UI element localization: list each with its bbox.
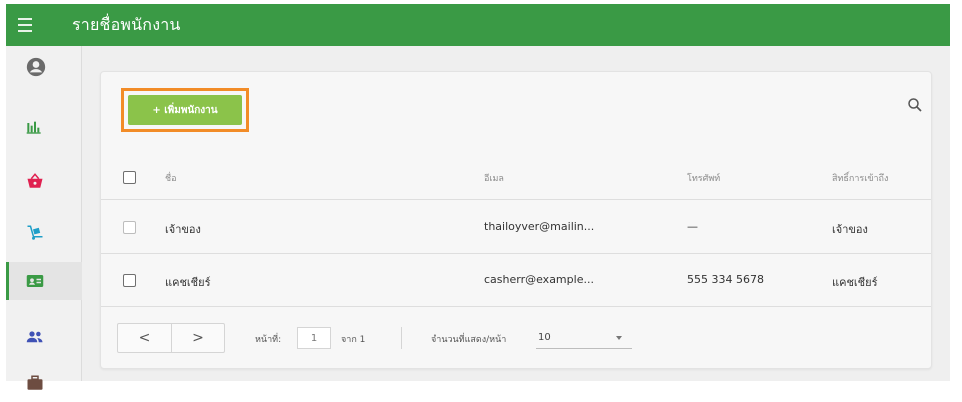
sidebar xyxy=(6,46,82,390)
table-row[interactable]: แคชเชียร์ casherr@example... 555 334 567… xyxy=(101,254,931,307)
add-employee-button[interactable]: + เพิ่มพนักงาน xyxy=(128,95,242,125)
employee-email: thailoyver@mailin... xyxy=(484,220,595,233)
employee-name: แคชเชียร์ xyxy=(165,276,211,289)
search-button[interactable] xyxy=(906,96,926,116)
employee-card: + เพิ่มพนักงาน ชื่อ อีเมล โทรศัพท์ สิทธิ… xyxy=(100,71,932,369)
page-nav-group: < > xyxy=(117,323,225,353)
employee-email: casherr@example... xyxy=(484,273,594,286)
account-circle-icon xyxy=(26,57,46,77)
employee-access: แคชเชียร์ xyxy=(832,276,878,289)
prev-page-button[interactable]: < xyxy=(118,324,171,352)
per-page-label: จำนวนที่แสดง/หน้า xyxy=(431,335,507,345)
page-label: หน้าที่: xyxy=(255,335,282,345)
main-content: + เพิ่มพนักงาน ชื่อ อีเมล โทรศัพท์ สิทธิ… xyxy=(82,46,950,381)
table-header: ชื่อ อีเมล โทรศัพท์ สิทธิ์การเข้าถึง xyxy=(101,156,931,200)
menu-icon[interactable] xyxy=(6,4,44,46)
hand-truck-icon xyxy=(27,225,43,240)
people-icon xyxy=(26,331,43,343)
sidebar-item-reports[interactable] xyxy=(6,108,82,146)
sidebar-item-account[interactable] xyxy=(6,48,82,86)
row-checkbox[interactable] xyxy=(123,221,136,234)
pagination-bar: < > หน้าที่: 1 จาก 1 จำนวนที่แสดง/หน้า 1… xyxy=(117,323,917,355)
top-app-bar: รายชื่อพนักงาน xyxy=(6,4,950,46)
pager-divider xyxy=(401,327,402,349)
sidebar-item-employees[interactable] xyxy=(6,262,82,300)
column-header-email[interactable]: อีเมล xyxy=(484,171,504,185)
employee-phone: — xyxy=(687,220,698,233)
id-card-icon xyxy=(26,275,44,287)
add-button-highlight: + เพิ่มพนักงาน xyxy=(121,88,249,132)
row-checkbox[interactable] xyxy=(123,274,136,287)
briefcase-icon xyxy=(27,375,43,390)
chevron-down-icon xyxy=(616,336,622,340)
column-header-name[interactable]: ชื่อ xyxy=(165,171,177,185)
table-row[interactable]: เจ้าของ thailoyver@mailin... — เจ้าของ xyxy=(101,201,931,254)
employee-phone: 555 334 5678 xyxy=(687,273,764,286)
search-icon xyxy=(908,98,922,112)
per-page-value: 10 xyxy=(538,332,551,343)
app-frame: รายชื่อพนักงาน + เพิ่มพนักงาน ชื่อ อีเมล… xyxy=(0,0,962,390)
employee-name: เจ้าของ xyxy=(165,223,201,236)
sidebar-item-settings[interactable] xyxy=(6,364,82,402)
page-total-label: จาก 1 xyxy=(341,335,366,345)
basket-icon xyxy=(27,173,43,188)
sidebar-item-customers[interactable] xyxy=(6,318,82,356)
column-header-phone[interactable]: โทรศัพท์ xyxy=(687,171,720,185)
page-number-input[interactable]: 1 xyxy=(297,327,331,349)
sidebar-item-inventory[interactable] xyxy=(6,214,82,252)
per-page-select[interactable]: 10 xyxy=(536,327,632,349)
column-header-access[interactable]: สิทธิ์การเข้าถึง xyxy=(832,171,888,185)
sidebar-item-sales[interactable] xyxy=(6,162,82,200)
bar-chart-icon xyxy=(26,121,41,134)
employee-access: เจ้าของ xyxy=(832,223,868,236)
page-title: รายชื่อพนักงาน xyxy=(72,14,181,34)
next-page-button[interactable]: > xyxy=(170,324,224,352)
select-all-checkbox[interactable] xyxy=(123,171,136,184)
